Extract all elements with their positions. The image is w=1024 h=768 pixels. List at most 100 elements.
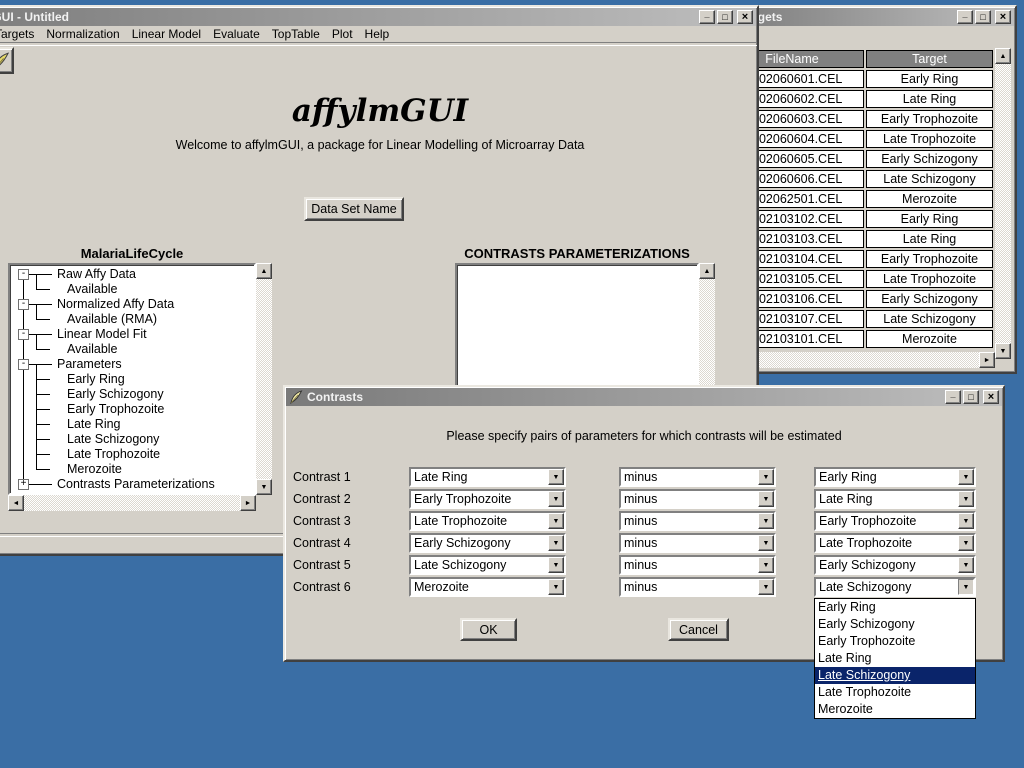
contrast-right-combobox[interactable]: Late Trophozoite ▼: [814, 533, 976, 553]
contrast-left-combobox[interactable]: Merozoite ▼: [409, 577, 566, 597]
contrast-right-combobox[interactable]: Early Schizogony ▼: [814, 555, 976, 575]
scroll-right-icon[interactable]: ►: [240, 495, 256, 511]
contrast-operator-combobox[interactable]: minus ▼: [619, 511, 776, 531]
tree-vertical-scrollbar[interactable]: ▲ ▼: [256, 263, 272, 495]
target-cell[interactable]: Merozoite: [866, 330, 993, 348]
target-cell[interactable]: Late Schizogony: [866, 170, 993, 188]
tree-node-early-trophozoite[interactable]: Early Trophozoite: [67, 402, 164, 417]
tree-node-early-ring[interactable]: Early Ring: [67, 372, 125, 387]
contrast-right-combobox[interactable]: Late Schizogony ▼: [814, 577, 976, 597]
close-button[interactable]: ×: [995, 10, 1011, 24]
menu-item[interactable]: Targets: [0, 27, 34, 41]
dropdown-option[interactable]: Merozoite: [815, 701, 975, 718]
ok-button[interactable]: OK: [460, 618, 517, 641]
dropdown-option[interactable]: Early Schizogony: [815, 616, 975, 633]
target-cell[interactable]: Early Schizogony: [866, 290, 993, 308]
minimize-button[interactable]: _: [945, 390, 961, 404]
data-set-name-button[interactable]: Data Set Name: [304, 197, 404, 221]
scroll-down-icon[interactable]: ▼: [995, 343, 1011, 359]
target-cell[interactable]: Early Ring: [866, 210, 993, 228]
chevron-down-icon[interactable]: ▼: [548, 513, 564, 529]
chevron-down-icon[interactable]: ▼: [758, 579, 774, 595]
target-cell[interactable]: Merozoite: [866, 190, 993, 208]
chevron-down-icon[interactable]: ▼: [758, 557, 774, 573]
contrast-operator-combobox[interactable]: minus ▼: [619, 467, 776, 487]
contrast-left-combobox[interactable]: Early Trophozoite ▼: [409, 489, 566, 509]
target-cell[interactable]: Early Trophozoite: [866, 110, 993, 128]
tree-node-merozoite[interactable]: Merozoite: [67, 462, 122, 477]
tree-collapse-icon[interactable]: -: [18, 299, 29, 310]
contrast-left-combobox[interactable]: Early Schizogony ▼: [409, 533, 566, 553]
contrast-right-combobox[interactable]: Late Ring ▼: [814, 489, 976, 509]
scroll-up-icon[interactable]: ▲: [699, 263, 715, 279]
scroll-up-icon[interactable]: ▲: [256, 263, 272, 279]
menu-item[interactable]: Help: [365, 27, 390, 41]
contrast-operator-combobox[interactable]: minus ▼: [619, 533, 776, 553]
chevron-down-icon[interactable]: ▼: [758, 491, 774, 507]
tree-node-contrasts-parameterizations[interactable]: Contrasts Parameterizations: [57, 477, 215, 492]
chevron-down-icon[interactable]: ▼: [958, 535, 974, 551]
contrast-right-combobox[interactable]: Early Trophozoite ▼: [814, 511, 976, 531]
dropdown-option[interactable]: Late Schizogony: [815, 667, 975, 684]
menu-item[interactable]: Plot: [332, 27, 353, 41]
main-titlebar[interactable]: affylmGUI - Untitled: [0, 8, 756, 26]
chevron-down-icon[interactable]: ▼: [958, 579, 974, 595]
tree-node-late-trophozoite[interactable]: Late Trophozoite: [67, 447, 160, 462]
contrast-right-combobox[interactable]: Early Ring ▼: [814, 467, 976, 487]
tree-node-available-rma-[interactable]: Available (RMA): [67, 312, 157, 327]
target-cell[interactable]: Early Schizogony: [866, 150, 993, 168]
menu-item[interactable]: Normalization: [46, 27, 119, 41]
targets-horizontal-scrollbar[interactable]: ◄ ►: [718, 352, 995, 368]
chevron-down-icon[interactable]: ▼: [758, 535, 774, 551]
chevron-down-icon[interactable]: ▼: [548, 557, 564, 573]
target-cell[interactable]: Late Ring: [866, 90, 993, 108]
target-cell[interactable]: Late Ring: [866, 230, 993, 248]
tree-horizontal-scrollbar[interactable]: ◄ ►: [8, 495, 256, 511]
target-cell[interactable]: Late Trophozoite: [866, 270, 993, 288]
scroll-up-icon[interactable]: ▲: [995, 48, 1011, 64]
menu-item[interactable]: TopTable: [272, 27, 320, 41]
contrast-left-combobox[interactable]: Late Trophozoite ▼: [409, 511, 566, 531]
tree-node-raw-affy-data[interactable]: Raw Affy Data: [57, 267, 136, 282]
chevron-down-icon[interactable]: ▼: [548, 469, 564, 485]
chevron-down-icon[interactable]: ▼: [958, 513, 974, 529]
close-button[interactable]: ×: [737, 10, 753, 24]
contrast-left-combobox[interactable]: Late Ring ▼: [409, 467, 566, 487]
chevron-down-icon[interactable]: ▼: [958, 557, 974, 573]
minimize-button[interactable]: _: [699, 10, 715, 24]
column-header-target[interactable]: Target: [866, 50, 993, 68]
tree-collapse-icon[interactable]: -: [18, 329, 29, 340]
chevron-down-icon[interactable]: ▼: [758, 513, 774, 529]
tree-node-normalized-affy-data[interactable]: Normalized Affy Data: [57, 297, 174, 312]
scroll-left-icon[interactable]: ◄: [8, 495, 24, 511]
chevron-down-icon[interactable]: ▼: [758, 469, 774, 485]
chevron-down-icon[interactable]: ▼: [548, 491, 564, 507]
tree-node-available[interactable]: Available: [67, 282, 118, 297]
chevron-down-icon[interactable]: ▼: [958, 491, 974, 507]
tree-expand-icon[interactable]: +: [18, 479, 29, 490]
status-tree[interactable]: -Raw Affy DataAvailable-Normalized Affy …: [8, 263, 256, 495]
dialog-titlebar[interactable]: Contrasts: [286, 388, 1002, 406]
dropdown-option[interactable]: Late Ring: [815, 650, 975, 667]
contrast-operator-combobox[interactable]: minus ▼: [619, 489, 776, 509]
contrast-operator-combobox[interactable]: minus ▼: [619, 555, 776, 575]
tree-node-early-schizogony[interactable]: Early Schizogony: [67, 387, 164, 402]
scroll-right-icon[interactable]: ►: [979, 352, 995, 368]
chevron-down-icon[interactable]: ▼: [958, 469, 974, 485]
menu-item[interactable]: Linear Model: [132, 27, 201, 41]
contrast-left-combobox[interactable]: Late Schizogony ▼: [409, 555, 566, 575]
tree-collapse-icon[interactable]: -: [18, 359, 29, 370]
scroll-down-icon[interactable]: ▼: [256, 479, 272, 495]
contrast-operator-combobox[interactable]: minus ▼: [619, 577, 776, 597]
dropdown-option[interactable]: Early Trophozoite: [815, 633, 975, 650]
target-cell[interactable]: Late Trophozoite: [866, 130, 993, 148]
target-cell[interactable]: Early Trophozoite: [866, 250, 993, 268]
maximize-button[interactable]: □: [963, 390, 979, 404]
cancel-button[interactable]: Cancel: [668, 618, 729, 641]
tree-node-linear-model-fit[interactable]: Linear Model Fit: [57, 327, 147, 342]
toolbar-new-file-button[interactable]: [0, 47, 14, 74]
minimize-button[interactable]: _: [957, 10, 973, 24]
maximize-button[interactable]: □: [975, 10, 991, 24]
tree-node-available[interactable]: Available: [67, 342, 118, 357]
menu-item[interactable]: Evaluate: [213, 27, 260, 41]
